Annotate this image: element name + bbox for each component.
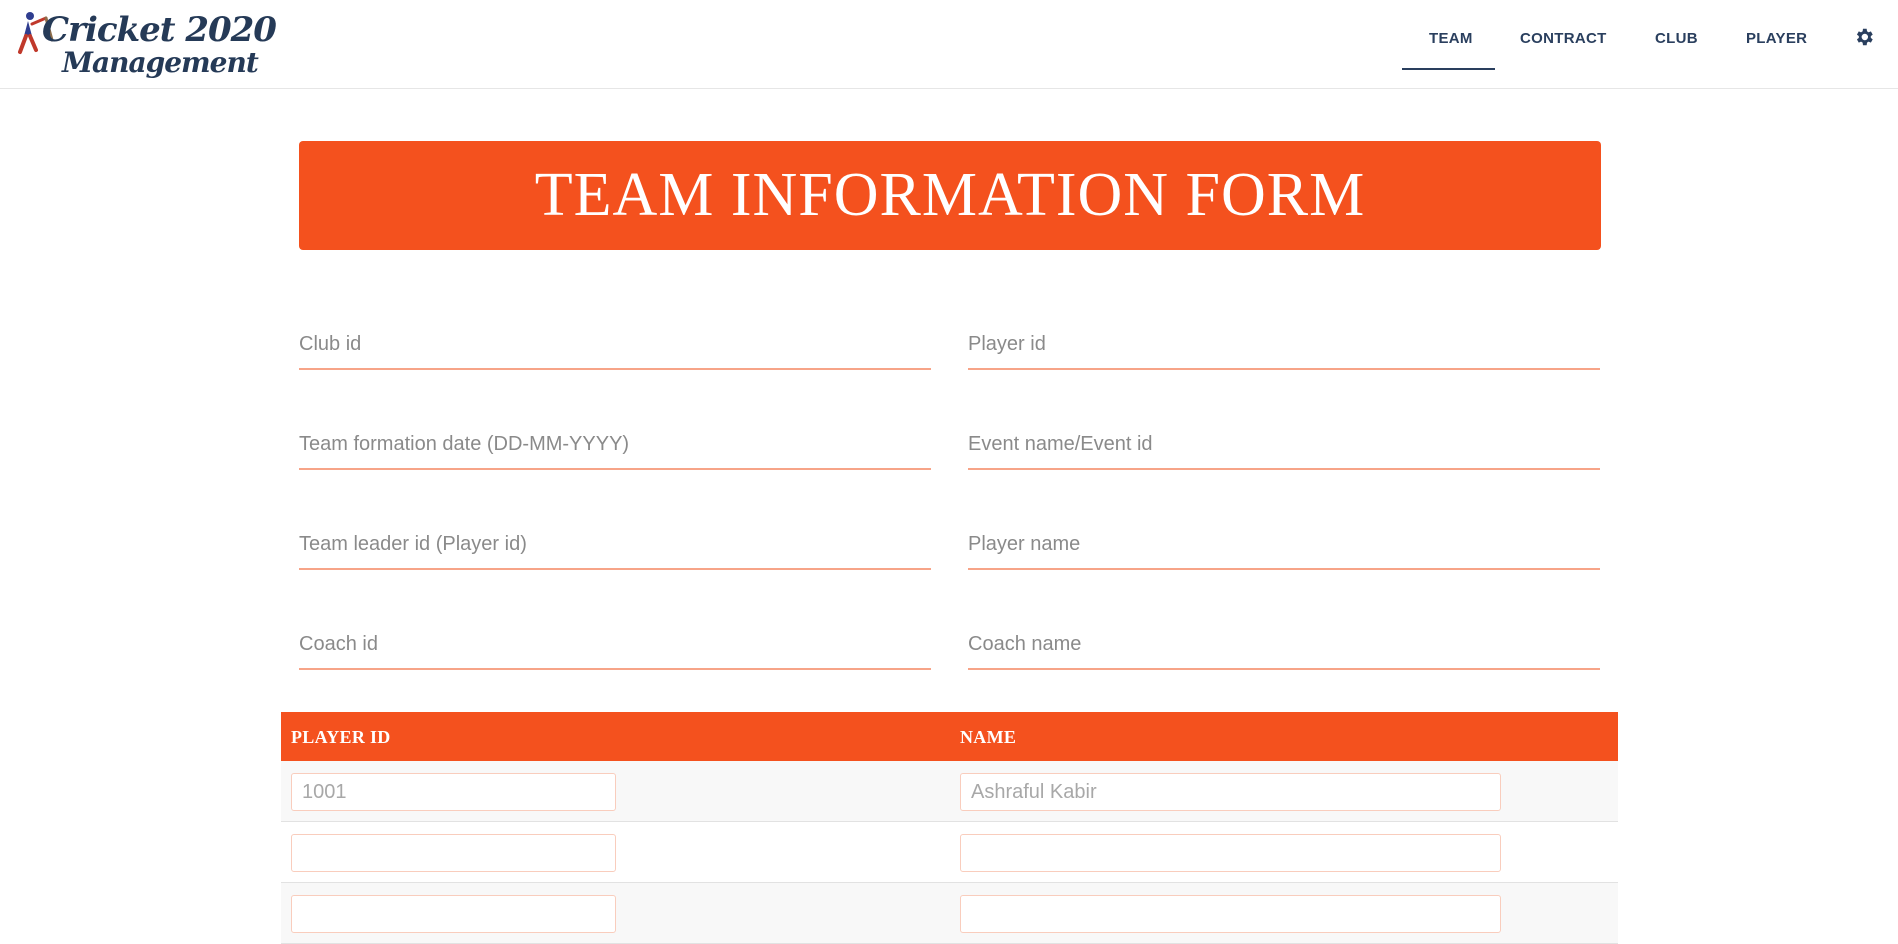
form-title-banner: TEAM INFORMATION FORM <box>299 141 1601 250</box>
players-table: PLAYER ID NAME <box>281 712 1618 944</box>
table-header: PLAYER ID NAME <box>281 712 1618 761</box>
event-field <box>968 424 1600 470</box>
table-row <box>281 761 1618 822</box>
table-row <box>281 822 1618 883</box>
active-tab-indicator <box>1402 68 1495 70</box>
player-name-field <box>968 524 1600 570</box>
team-formation-date-input[interactable] <box>299 424 931 464</box>
row-name-input[interactable] <box>960 834 1501 872</box>
table-row <box>281 883 1618 944</box>
column-header-name: NAME <box>960 727 1017 747</box>
coach-id-input[interactable] <box>299 624 931 664</box>
row-player-id-input[interactable] <box>291 834 616 872</box>
club-id-input[interactable] <box>299 324 931 364</box>
nav-tab-club[interactable]: CLUB <box>1655 30 1698 47</box>
row-player-id-input[interactable] <box>291 773 616 811</box>
brand-title: Cricket 2020 <box>42 10 277 50</box>
team-formation-date-field <box>299 424 931 470</box>
gear-icon[interactable] <box>1853 26 1875 48</box>
brand-logo[interactable]: Cricket 2020 Management <box>16 6 277 82</box>
event-input[interactable] <box>968 424 1600 464</box>
team-leader-id-field <box>299 524 931 570</box>
nav-tab-player[interactable]: PLAYER <box>1746 30 1807 47</box>
coach-name-input[interactable] <box>968 624 1600 664</box>
row-name-input[interactable] <box>960 773 1501 811</box>
row-player-id-input[interactable] <box>291 895 616 933</box>
nav-tab-team[interactable]: TEAM <box>1429 30 1473 47</box>
column-header-player-id: PLAYER ID <box>291 727 391 747</box>
player-id-input[interactable] <box>968 324 1600 364</box>
player-id-field <box>968 324 1600 370</box>
top-navigation-bar: Cricket 2020 Management TEAM CONTRACT CL… <box>0 0 1898 89</box>
team-leader-id-input[interactable] <box>299 524 931 564</box>
brand-subtitle: Management <box>62 46 259 79</box>
club-id-field <box>299 324 931 370</box>
nav-tab-contract[interactable]: CONTRACT <box>1520 30 1607 47</box>
coach-name-field <box>968 624 1600 670</box>
coach-id-field <box>299 624 931 670</box>
player-name-input[interactable] <box>968 524 1600 564</box>
form-title: TEAM INFORMATION FORM <box>534 161 1366 229</box>
row-name-input[interactable] <box>960 895 1501 933</box>
